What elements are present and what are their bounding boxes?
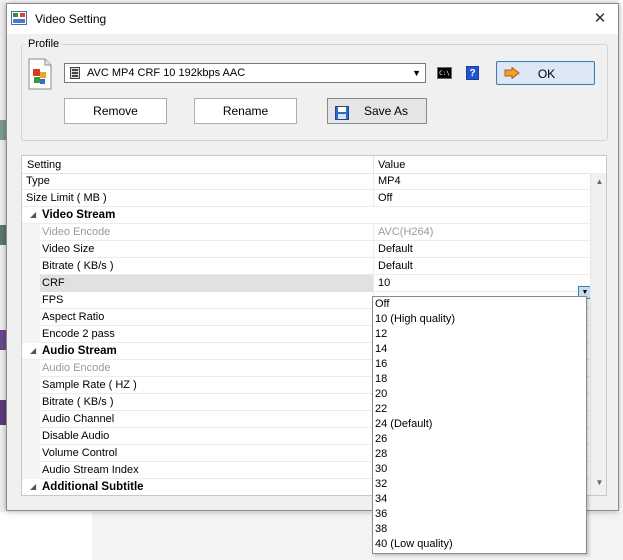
crf-option-18[interactable]: 18	[375, 372, 387, 387]
profile-select[interactable]: AVC MP4 CRF 10 192kbps AAC ▼	[64, 63, 426, 83]
rename-button[interactable]: Rename	[194, 98, 297, 124]
row-name: CRF	[42, 277, 65, 289]
collapse-triangle-icon[interactable]: ◢	[30, 482, 36, 491]
crf-option-10[interactable]: 10 (High quality)	[375, 312, 455, 327]
row-value: MP4	[378, 175, 401, 187]
crf-option-off[interactable]: Off	[375, 297, 389, 312]
header-divider	[373, 156, 374, 173]
row-name: Bitrate ( KB/s )	[42, 396, 114, 408]
remove-button[interactable]: Remove	[64, 98, 167, 124]
profile-groupbox	[21, 44, 608, 141]
row-name: Volume Control	[42, 447, 118, 459]
crf-option-24[interactable]: 24 (Default)	[375, 417, 432, 432]
collapse-triangle-icon[interactable]: ◢	[30, 346, 36, 355]
crf-option-38[interactable]: 38	[375, 522, 387, 537]
crf-option-22[interactable]: 22	[375, 402, 387, 417]
row-name: Disable Audio	[42, 430, 110, 442]
save-as-button[interactable]: Save As	[327, 98, 427, 124]
profile-group-label: Profile	[25, 38, 63, 50]
grid-row-video-bitrate[interactable]: Bitrate ( KB/s ) Default	[22, 258, 590, 275]
film-icon	[70, 67, 80, 79]
window-title: Video Setting	[35, 12, 107, 26]
row-name: Aspect Ratio	[42, 311, 105, 323]
grid-row-video-size[interactable]: Video Size Default	[22, 241, 590, 258]
profile-format-icon	[27, 58, 53, 90]
category-name: Audio Stream	[42, 345, 117, 357]
row-name: Audio Channel	[42, 413, 115, 425]
row-value: Off	[378, 192, 393, 204]
crf-option-36[interactable]: 36	[375, 507, 387, 522]
ok-button-label: OK	[537, 67, 556, 81]
row-name: FPS	[42, 294, 64, 306]
crf-option-26[interactable]: 26	[375, 432, 387, 447]
row-value: AVC(H264)	[378, 226, 434, 238]
row-value: 10	[378, 277, 391, 289]
category-name: Additional Subtitle	[42, 481, 144, 493]
command-line-icon[interactable]: C:\	[437, 67, 452, 79]
chevron-down-icon[interactable]: ▼	[412, 68, 421, 78]
video-setting-icon	[11, 11, 27, 25]
crf-dropdown-list[interactable]: Off 10 (High quality) 12 14 16 18 20 22 …	[372, 296, 587, 554]
row-name: Type	[26, 175, 50, 187]
ok-button[interactable]: OK	[496, 61, 595, 85]
row-name: Size Limit ( MB )	[26, 192, 107, 204]
help-icon[interactable]: ?	[466, 66, 479, 80]
grid-category-video-stream[interactable]: ◢ Video Stream	[22, 207, 590, 224]
row-name: Audio Encode	[42, 362, 111, 374]
close-button[interactable]: ✕	[590, 10, 610, 28]
row-value: Default	[378, 260, 413, 272]
scroll-down-icon[interactable]: ▼	[591, 478, 606, 490]
row-name: Audio Stream Index	[42, 464, 139, 476]
crf-option-12[interactable]: 12	[375, 327, 387, 342]
grid-row-size-limit[interactable]: Size Limit ( MB ) Off	[22, 190, 590, 207]
header-setting: Setting	[27, 159, 62, 171]
collapse-triangle-icon[interactable]: ◢	[30, 210, 36, 219]
grid-row-type[interactable]: Type MP4	[22, 173, 590, 190]
crf-option-30[interactable]: 30	[375, 462, 387, 477]
row-name: Bitrate ( KB/s )	[42, 260, 114, 272]
grid-header: Setting Value	[22, 156, 606, 174]
floppy-disk-icon	[335, 104, 349, 120]
background-panel	[0, 512, 93, 560]
crf-option-40[interactable]: 40 (Low quality)	[375, 537, 453, 552]
scroll-up-icon[interactable]: ▲	[591, 177, 606, 189]
crf-option-32[interactable]: 32	[375, 477, 387, 492]
header-value: Value	[378, 159, 406, 171]
crf-option-20[interactable]: 20	[375, 387, 387, 402]
grid-vertical-scrollbar[interactable]: ▲ ▼	[590, 173, 606, 495]
save-as-label: Save As	[363, 104, 409, 118]
row-name: Video Encode	[42, 226, 111, 238]
row-name: Encode 2 pass	[42, 328, 115, 340]
profile-select-value: AVC MP4 CRF 10 192kbps AAC	[87, 67, 246, 79]
category-name: Video Stream	[42, 209, 116, 221]
row-name: Video Size	[42, 243, 95, 255]
crf-option-14[interactable]: 14	[375, 342, 387, 357]
crf-option-28[interactable]: 28	[375, 447, 387, 462]
crf-option-16[interactable]: 16	[375, 357, 387, 372]
crf-option-34[interactable]: 34	[375, 492, 387, 507]
row-value: Default	[378, 243, 413, 255]
grid-row-video-encode[interactable]: Video Encode AVC(H264)	[22, 224, 590, 241]
row-name: Sample Rate ( HZ )	[42, 379, 137, 391]
title-bar[interactable]: Video Setting ✕	[7, 4, 618, 34]
grid-row-crf[interactable]: CRF 10	[22, 275, 590, 292]
